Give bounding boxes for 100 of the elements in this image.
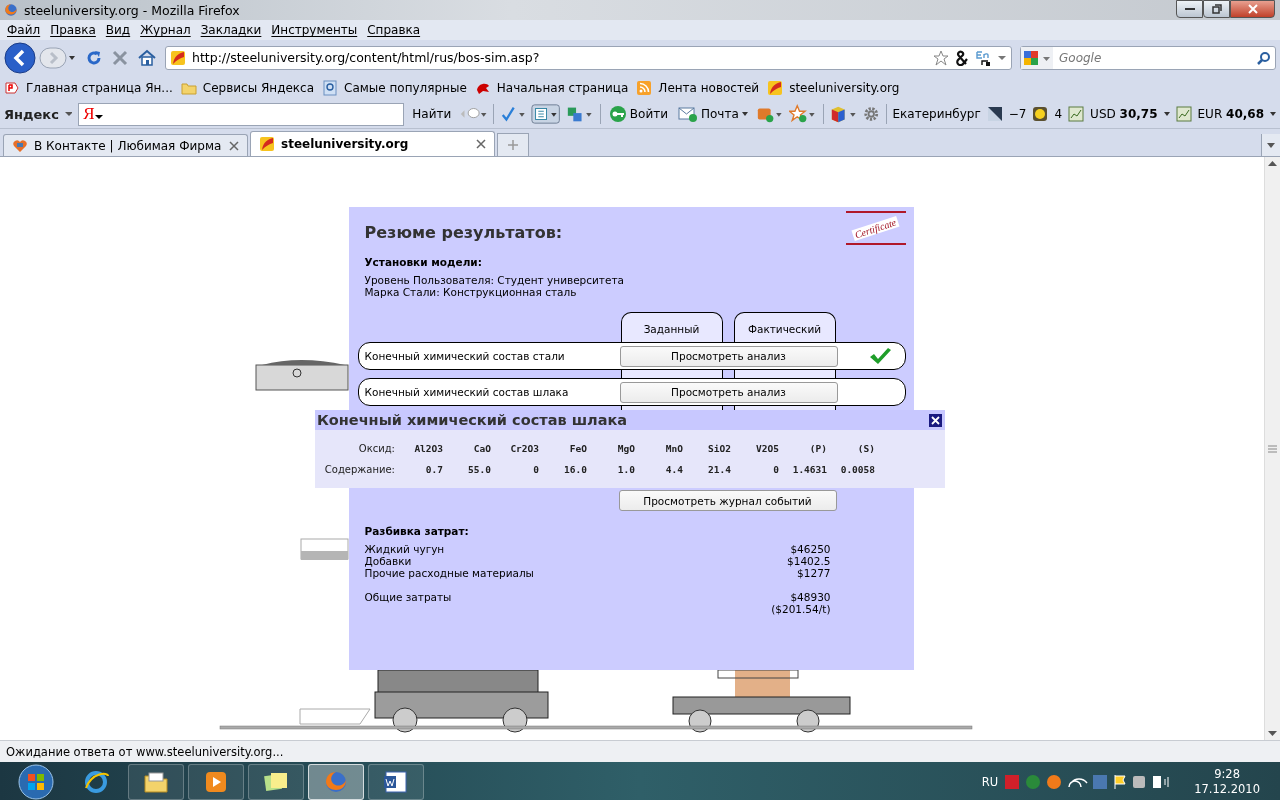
taskbar-app[interactable] xyxy=(368,764,424,800)
traffic-icon[interactable] xyxy=(1032,106,1049,122)
menu-item[interactable]: Вид xyxy=(100,23,136,37)
bookmark-label[interactable]: Сервисы Яндекса xyxy=(202,80,314,95)
city-label[interactable]: Екатеринбург xyxy=(892,107,981,121)
bookmark-label[interactable]: steeluniversity.org xyxy=(789,80,900,95)
menu-item[interactable]: Правка xyxy=(45,23,101,37)
menu-item[interactable]: Справка xyxy=(362,23,426,37)
ampersand-icon[interactable] xyxy=(955,49,969,66)
cost-value: $1277 xyxy=(796,567,831,579)
bookmark-label[interactable]: Лента новостей xyxy=(658,80,760,95)
oxide-value: 16.0 xyxy=(563,464,587,475)
tab-label[interactable]: steeluniversity.org xyxy=(281,137,470,151)
minimize-button[interactable] xyxy=(1176,0,1203,18)
text-icon[interactable] xyxy=(531,103,561,125)
search-field[interactable]: Google xyxy=(1020,45,1276,70)
login-button[interactable]: Войти xyxy=(606,105,670,123)
translate-icon[interactable] xyxy=(975,49,991,66)
row-header: Содержание: xyxy=(323,464,395,475)
traffic-level[interactable]: 4 xyxy=(1054,107,1063,121)
bookmark-label[interactable]: Начальная страница xyxy=(496,80,629,95)
chart-icon[interactable] xyxy=(1175,106,1192,122)
plus-icon xyxy=(508,140,518,150)
caret-icon xyxy=(741,112,748,116)
chart-icon[interactable] xyxy=(1068,106,1085,122)
bookmark[interactable]: steeluniversity.org xyxy=(767,79,900,96)
bookmark[interactable]: Самые популярные xyxy=(322,79,467,96)
ie-icon xyxy=(82,768,110,796)
menu-item[interactable]: Журнал xyxy=(135,23,196,37)
oxide-header: (S) xyxy=(856,443,875,454)
star-icon[interactable] xyxy=(933,49,949,66)
address-field[interactable]: http://steeluniversity.org/content/html/rus/bos-sim.asp? xyxy=(165,45,1012,70)
find-button[interactable]: Найти xyxy=(410,107,454,121)
dropdown-icon[interactable] xyxy=(1163,112,1170,116)
taskbar-app[interactable] xyxy=(248,764,304,800)
cost-label: Прочие расходные материалы xyxy=(364,567,535,579)
reload-icon[interactable] xyxy=(85,48,103,67)
home-icon[interactable] xyxy=(137,48,157,67)
oxide-header: (P) xyxy=(808,443,827,454)
temperature[interactable]: −7 xyxy=(1008,107,1027,121)
google-icon[interactable] xyxy=(1021,46,1053,69)
star-icon[interactable] xyxy=(789,104,817,124)
bookmark[interactable]: Сервисы Яндекса xyxy=(180,79,314,96)
cube-icon[interactable] xyxy=(829,104,858,124)
popup-title: Конечный химический состав шлака xyxy=(317,412,628,428)
oxide-value: 0.7 xyxy=(424,464,443,475)
oxide-value: 21.4 xyxy=(707,464,731,475)
weather-icon[interactable] xyxy=(986,106,1003,122)
taskbar-app[interactable] xyxy=(188,764,244,800)
mail-button[interactable]: Почта xyxy=(676,106,750,122)
oxide-header: V2O5 xyxy=(755,443,779,454)
close-tab-icon[interactable] xyxy=(229,140,239,151)
oxide-value: 55.0 xyxy=(467,464,491,475)
cost-value: $46250 xyxy=(789,543,831,555)
menu-item[interactable]: Закладки xyxy=(195,23,267,37)
tab-label[interactable]: В Контакте | Любимая Фирма xyxy=(34,138,223,153)
browser-tab[interactable]: В Контакте | Любимая Фирма xyxy=(3,134,248,156)
language-indicator[interactable]: RU xyxy=(981,775,999,789)
browser-tab[interactable]: steeluniversity.org xyxy=(250,131,495,156)
currency-rate[interactable]: USD 30,75 xyxy=(1090,107,1158,121)
bookmark[interactable]: Лента новостей xyxy=(636,79,760,96)
oxide-value: 0.0058 xyxy=(839,464,875,475)
setting-text: Уровень Пользователя: Студент университета xyxy=(364,274,625,286)
view-analysis-button[interactable]: Просмотреть анализ xyxy=(619,345,838,367)
feed-icon xyxy=(636,79,653,96)
scroll-thumb-icon[interactable] xyxy=(1268,444,1277,453)
view-log-button[interactable]: Просмотреть журнал событий xyxy=(618,490,837,511)
close-icon xyxy=(1247,4,1258,14)
clock-date[interactable]: 17.12.2010 xyxy=(1194,782,1260,797)
oxide-header: SiO2 xyxy=(707,443,731,454)
site-icon xyxy=(259,136,275,152)
taskbar-app[interactable] xyxy=(128,764,184,800)
yandex-logo[interactable]: Яндекс xyxy=(4,106,59,122)
bookmark-label[interactable]: Самые популярные xyxy=(344,80,467,95)
bookmark-label[interactable]: Главная страница Ян... xyxy=(26,80,173,95)
start-button[interactable] xyxy=(17,763,55,800)
dropdown-icon[interactable] xyxy=(1270,112,1277,116)
view-analysis-button[interactable]: Просмотреть анализ xyxy=(619,381,838,403)
bookmark[interactable]: Начальная страница xyxy=(474,79,629,96)
oxide-value: 1.0 xyxy=(616,464,635,475)
status-text: Ожидание ответа от www.steeluniversity.org... xyxy=(6,744,284,759)
section-heading: Разбивка затрат: xyxy=(364,525,470,537)
search-input[interactable]: Google xyxy=(1057,49,1253,66)
search-icon[interactable] xyxy=(1257,50,1271,65)
yandex-search-field[interactable]: Я xyxy=(78,102,405,126)
menu-item[interactable]: Инструменты xyxy=(266,23,363,37)
oxide-header: CaO xyxy=(472,443,491,454)
bookmark[interactable]: Главная страница Ян... xyxy=(4,79,173,96)
spellcheck-icon[interactable] xyxy=(499,105,526,123)
currency-rate[interactable]: EUR 40,68 xyxy=(1197,107,1265,121)
close-tab-icon[interactable] xyxy=(476,139,486,149)
close-button[interactable] xyxy=(929,413,942,427)
tab-list-button[interactable] xyxy=(1261,134,1280,156)
settings-icon[interactable] xyxy=(863,105,880,123)
restore-button[interactable] xyxy=(1203,0,1230,18)
clock-time[interactable]: 9:28 xyxy=(1214,767,1240,782)
menu-item[interactable]: Файл xyxy=(2,23,46,37)
close-button[interactable] xyxy=(1230,0,1275,18)
back-button[interactable] xyxy=(4,41,38,74)
total-value: $48930 xyxy=(789,591,831,603)
